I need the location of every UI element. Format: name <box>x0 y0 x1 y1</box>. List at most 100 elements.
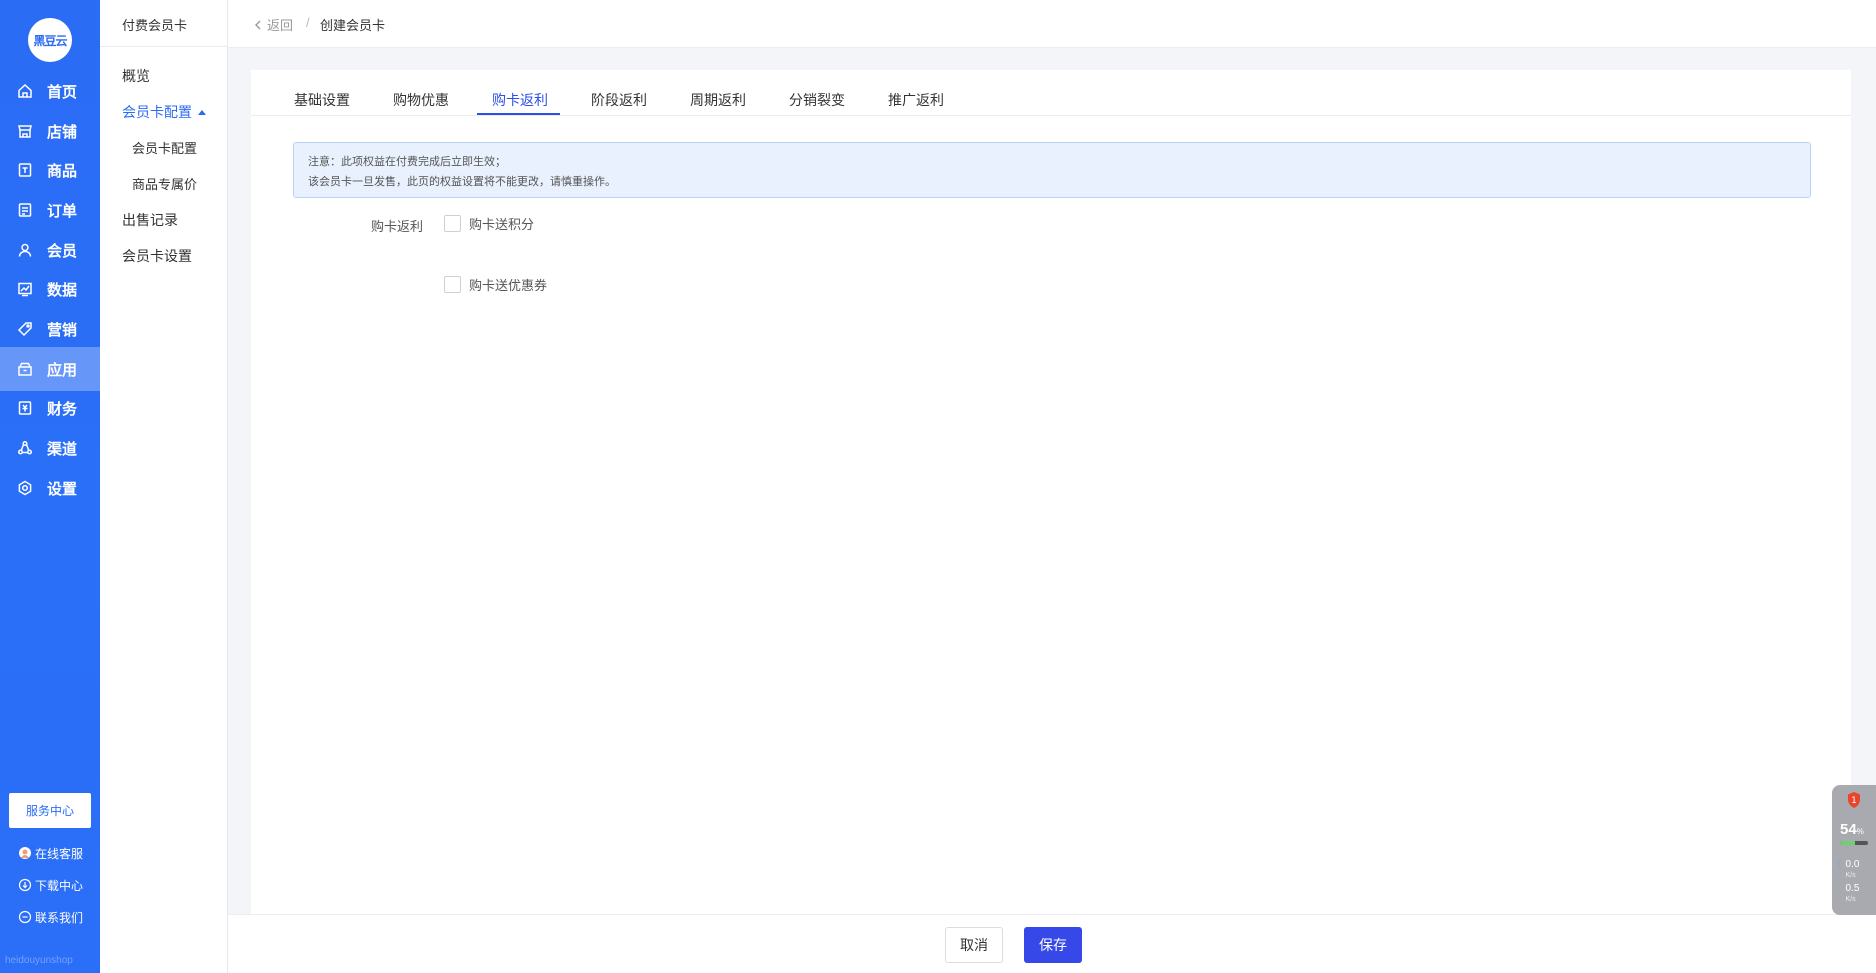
percent-value: 54 <box>1840 821 1857 838</box>
tab-basic-settings[interactable]: 基础设置 <box>294 90 350 116</box>
checkbox-points[interactable]: 购卡送积分 <box>444 214 534 233</box>
nav-label: 数据 <box>47 281 78 299</box>
caret-up-icon <box>198 109 206 115</box>
finance-icon <box>17 400 33 416</box>
online-service-link[interactable]: 在线客服 <box>18 844 83 862</box>
nav-item-data[interactable]: 数据 <box>0 267 100 311</box>
nav-label: 应用 <box>47 361 78 379</box>
form-label-purchase-rebate: 购卡返利 <box>371 219 424 234</box>
main-nav: 黑豆云 首页 店铺 商品 订单 会员 数据 营销 应用 财务 渠道 设置 服务中… <box>0 0 100 973</box>
speed-unit: K/s <box>1845 872 1856 879</box>
back-link[interactable]: 返回 <box>252 15 293 34</box>
subnav-label: 会员卡配置 <box>122 104 192 120</box>
chat-icon <box>18 910 32 924</box>
divider <box>100 46 228 47</box>
subnav-item-sales-record[interactable]: 出售记录 <box>122 210 178 230</box>
app-logo[interactable]: 黑豆云 <box>28 18 72 62</box>
cpu-percent: 54% <box>1840 821 1864 838</box>
subnav-label: 出售记录 <box>122 212 178 228</box>
nav-label: 渠道 <box>47 440 78 458</box>
nav-item-home[interactable]: 首页 <box>0 69 100 113</box>
shop-icon <box>17 123 33 139</box>
subnav-item-card-config[interactable]: 会员卡配置 <box>122 102 206 122</box>
nav-item-channel[interactable]: 渠道 <box>0 426 100 470</box>
checkbox-label: 购卡送积分 <box>469 217 535 232</box>
service-center-button[interactable]: 服务中心 <box>9 793 91 828</box>
save-button[interactable]: 保存 <box>1024 927 1082 963</box>
nav-item-shop[interactable]: 店铺 <box>0 109 100 153</box>
nav-label: 财务 <box>47 400 78 418</box>
arrow-down-icon: ↓ <box>1837 883 1842 893</box>
subnav-title: 付费会员卡 <box>122 18 188 33</box>
logo-text: 黑豆云 <box>33 33 67 48</box>
network-monitor-widget[interactable]: 1 54% ↑ 0.0 K/s ↓ 0.5 K/s <box>1832 785 1876 915</box>
nav-item-goods[interactable]: 商品 <box>0 148 100 192</box>
arrow-up-icon: ↑ <box>1837 859 1842 869</box>
nav-item-finance[interactable]: 财务 <box>0 386 100 430</box>
contact-us-label: 联系我们 <box>35 910 84 925</box>
upload-value: 0.0 <box>1845 859 1860 870</box>
subnav-label: 概览 <box>122 68 150 84</box>
subnav-label: 商品专属价 <box>132 177 198 192</box>
speed-unit: K/s <box>1845 896 1856 903</box>
goods-icon <box>17 162 33 178</box>
home-icon <box>17 83 33 99</box>
top-header: 返回 / 创建会员卡 <box>228 0 1876 48</box>
checkbox-box[interactable] <box>444 276 461 293</box>
subnav-label: 会员卡设置 <box>122 248 192 264</box>
contact-us-link[interactable]: 联系我们 <box>18 908 83 926</box>
shield-badge: 1 <box>1851 796 1857 806</box>
subnav-item-overview[interactable]: 概览 <box>122 66 150 86</box>
action-footer: 取消 保存 <box>228 914 1876 973</box>
tab-cycle-rebate[interactable]: 周期返利 <box>690 90 746 116</box>
nav-item-marketing[interactable]: 营销 <box>0 307 100 351</box>
nav-label: 商品 <box>47 162 78 180</box>
online-service-label: 在线客服 <box>35 846 84 861</box>
channel-icon <box>17 440 33 456</box>
download-value: 0.5 <box>1845 883 1860 894</box>
nav-label: 订单 <box>47 202 78 220</box>
back-label: 返回 <box>267 18 294 33</box>
notice-banner: 注意：此项权益在付费完成后立即生效； 该会员卡一旦发售，此页的权益设置将不能更改… <box>293 142 1811 198</box>
notice-line-1: 注意：此项权益在付费完成后立即生效； <box>308 156 506 168</box>
download-icon <box>18 878 32 892</box>
breadcrumb-separator: / <box>306 15 310 30</box>
subnav-item-exclusive-price[interactable]: 商品专属价 <box>132 174 197 193</box>
subnav-item-card-config-child[interactable]: 会员卡配置 <box>132 138 197 157</box>
active-tab-indicator <box>477 113 560 115</box>
chevron-left-icon <box>255 20 261 29</box>
usage-bar-fill <box>1840 841 1856 845</box>
order-icon <box>17 202 33 218</box>
nav-item-member[interactable]: 会员 <box>0 228 100 272</box>
nav-label: 店铺 <box>47 123 78 141</box>
download-speed: ↓ 0.5 K/s <box>1837 883 1859 905</box>
tab-promotion-rebate[interactable]: 推广返利 <box>888 90 944 116</box>
percent-unit: % <box>1856 827 1864 836</box>
nav-label: 营销 <box>47 321 78 339</box>
content-card: 基础设置 购物优惠 购卡返利 阶段返利 周期返利 分销裂变 推广返利 注意：此项… <box>251 70 1851 920</box>
usage-bar <box>1840 841 1868 845</box>
cancel-button[interactable]: 取消 <box>945 927 1003 963</box>
checkbox-coupon[interactable]: 购卡送优惠券 <box>444 275 547 294</box>
tab-shopping-discount[interactable]: 购物优惠 <box>393 90 449 116</box>
nav-item-settings[interactable]: 设置 <box>0 466 100 510</box>
tab-stage-rebate[interactable]: 阶段返利 <box>591 90 647 116</box>
checkbox-label: 购卡送优惠券 <box>469 278 548 293</box>
subnav-item-card-settings[interactable]: 会员卡设置 <box>122 246 192 266</box>
subnav-label: 会员卡配置 <box>132 141 198 156</box>
nav-item-app[interactable]: 应用 <box>0 347 100 391</box>
app-icon <box>17 361 33 377</box>
shield-icon: 1 <box>1848 792 1860 808</box>
nav-item-order[interactable]: 订单 <box>0 188 100 232</box>
download-center-link[interactable]: 下载中心 <box>18 876 83 894</box>
page-title: 创建会员卡 <box>320 18 386 33</box>
tab-distribution-fission[interactable]: 分销裂变 <box>789 90 845 116</box>
notice-line-2: 该会员卡一旦发售，此页的权益设置将不能更改，请慎重操作。 <box>308 176 616 188</box>
tag-icon <box>17 321 33 337</box>
sub-sidebar: 付费会员卡 概览 会员卡配置 会员卡配置 商品专属价 出售记录 会员卡设置 <box>100 0 228 973</box>
nav-label: 首页 <box>47 83 78 101</box>
member-icon <box>17 242 33 258</box>
upload-speed: ↑ 0.0 K/s <box>1837 859 1859 881</box>
checkbox-box[interactable] <box>444 215 461 232</box>
nav-label: 设置 <box>47 480 78 498</box>
